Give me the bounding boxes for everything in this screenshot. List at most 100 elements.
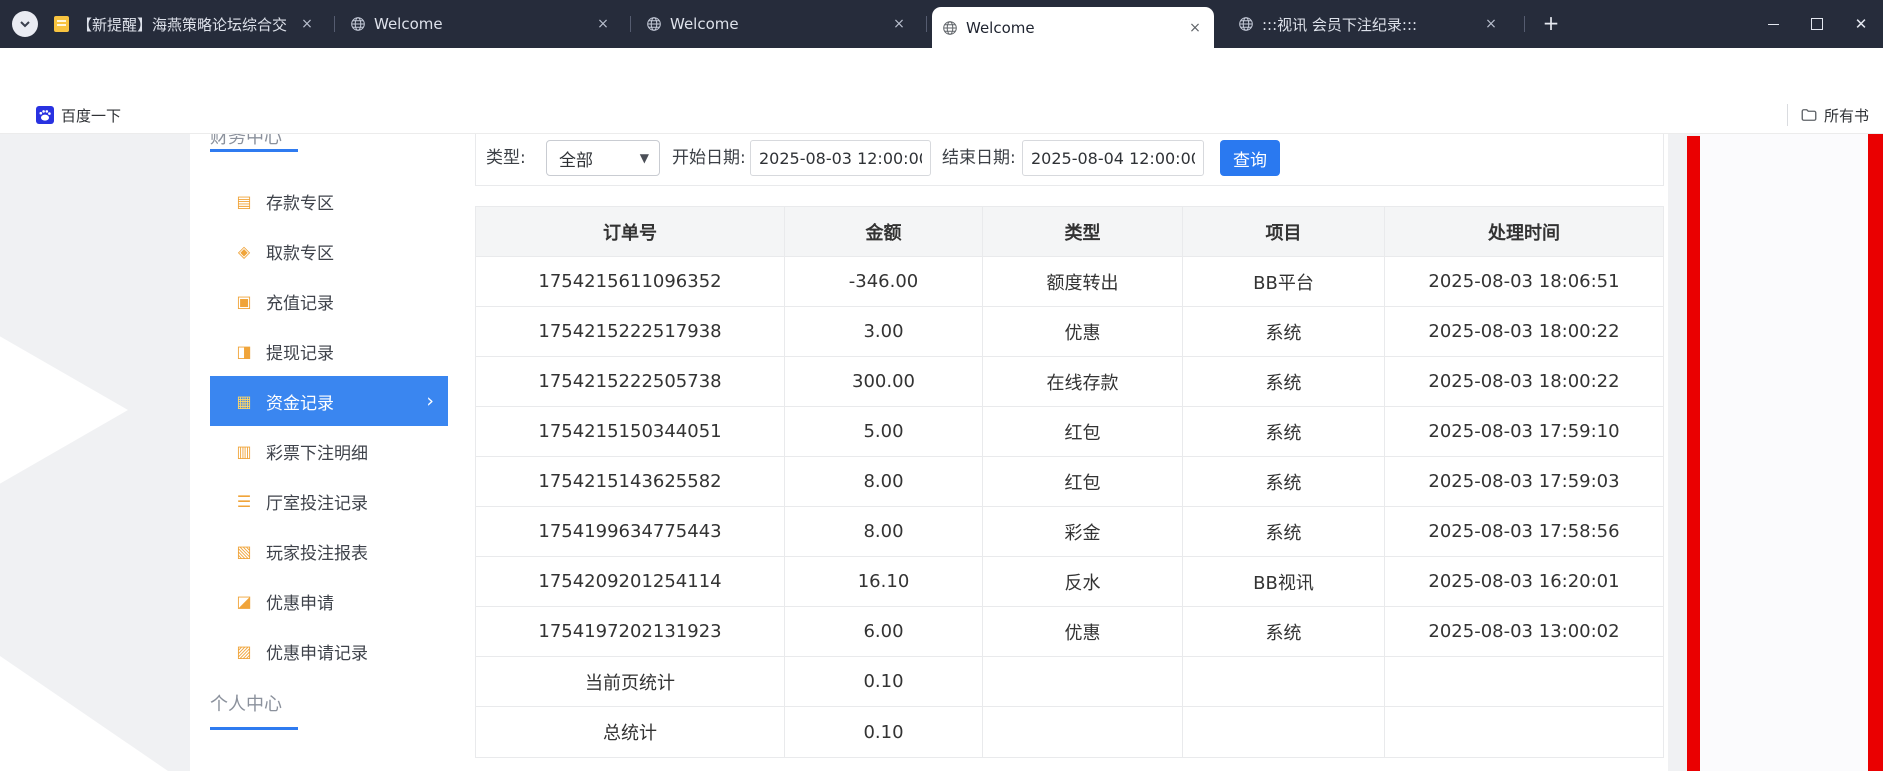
promo-record-icon: ▨ bbox=[234, 642, 254, 661]
type-select[interactable]: 全部 ▼ bbox=[546, 140, 660, 176]
folder-icon bbox=[1800, 106, 1818, 124]
summary-label: 总统计 bbox=[476, 707, 785, 757]
section-underline bbox=[210, 149, 298, 152]
order-id-cell: 1754215143625582 bbox=[476, 457, 785, 507]
close-icon[interactable]: × bbox=[298, 15, 316, 33]
end-date-label: 结束日期: bbox=[942, 147, 1016, 169]
page-right-margin bbox=[1700, 134, 1868, 771]
start-date-label: 开始日期: bbox=[672, 147, 746, 169]
document-icon bbox=[54, 16, 69, 32]
tabs-container: 【新提醒】海燕策略论坛综合交 × Welcome × Welcome × Wel… bbox=[44, 0, 1524, 48]
empty-cell bbox=[1385, 657, 1663, 707]
sidebar-item-promo-record[interactable]: ▨ 优惠申请记录 bbox=[210, 626, 448, 676]
window-controls: ✕ bbox=[1751, 0, 1883, 48]
column-header: 订单号 bbox=[476, 207, 785, 257]
close-icon[interactable]: × bbox=[594, 15, 612, 33]
sidebar-item-withdraw[interactable]: ◈ 取款专区 bbox=[210, 226, 448, 276]
sidebar-item-withdrawal-record[interactable]: ◨ 提现记录 bbox=[210, 326, 448, 376]
column-header: 金额 bbox=[785, 207, 983, 257]
funds-record-icon: ▦ bbox=[234, 392, 254, 411]
sidebar-item-player-report[interactable]: ▧ 玩家投注报表 bbox=[210, 526, 448, 576]
order-id-cell: 1754199634775443 bbox=[476, 507, 785, 557]
project-cell: 系统 bbox=[1183, 307, 1385, 357]
amount-cell: 6.00 bbox=[785, 607, 983, 657]
browser-tab-strip: 【新提醒】海燕策略论坛综合交 × Welcome × Welcome × Wel… bbox=[0, 0, 1883, 48]
close-icon[interactable]: × bbox=[890, 15, 908, 33]
summary-row-current-page: 当前页统计 0.10 bbox=[476, 657, 1663, 707]
order-id-cell: 1754197202131923 bbox=[476, 607, 785, 657]
close-icon[interactable]: × bbox=[1482, 15, 1500, 33]
start-date-input[interactable] bbox=[750, 140, 931, 176]
type-cell: 优惠 bbox=[983, 307, 1183, 357]
new-tab-button[interactable]: + bbox=[1538, 11, 1564, 37]
bookmark-baidu[interactable]: 百度一下 bbox=[30, 102, 127, 128]
table-row: 1754215222505738 300.00 在线存款 系统 2025-08-… bbox=[476, 357, 1663, 407]
player-report-icon: ▧ bbox=[234, 542, 254, 561]
amount-cell: -346.00 bbox=[785, 257, 983, 307]
withdraw-icon: ◈ bbox=[234, 242, 254, 261]
tab-title: Welcome bbox=[374, 15, 586, 33]
column-header: 类型 bbox=[983, 207, 1183, 257]
project-cell: BB视讯 bbox=[1183, 557, 1385, 607]
tab-welcome-1[interactable]: Welcome × bbox=[340, 0, 622, 48]
chevron-right-icon: › bbox=[426, 390, 434, 412]
type-cell: 红包 bbox=[983, 407, 1183, 457]
table-row: 1754215222517938 3.00 优惠 系统 2025-08-03 1… bbox=[476, 307, 1663, 357]
tab-divider bbox=[334, 16, 335, 32]
sidebar-item-label: 资金记录 bbox=[266, 389, 334, 414]
order-id-cell: 1754209201254114 bbox=[476, 557, 785, 607]
maximize-icon[interactable] bbox=[1795, 0, 1839, 48]
column-header: 项目 bbox=[1183, 207, 1385, 257]
globe-icon bbox=[1238, 16, 1254, 32]
table-row: 1754209201254114 16.10 反水 BB视讯 2025-08-0… bbox=[476, 557, 1663, 607]
sidebar-item-recharge-record[interactable]: ▣ 充值记录 bbox=[210, 276, 448, 326]
recharge-record-icon: ▣ bbox=[234, 292, 254, 311]
sidebar-section-finance: 财务中心 bbox=[210, 134, 282, 147]
project-cell: 系统 bbox=[1183, 407, 1385, 457]
empty-cell bbox=[983, 657, 1183, 707]
time-cell: 2025-08-03 18:00:22 bbox=[1385, 307, 1663, 357]
globe-icon bbox=[350, 16, 366, 32]
tab-welcome-active[interactable]: Welcome × bbox=[932, 7, 1214, 48]
tab-title: :::视讯 会员下注纪录::: bbox=[1262, 14, 1474, 35]
amount-cell: 8.00 bbox=[785, 507, 983, 557]
lottery-detail-icon: ▥ bbox=[234, 442, 254, 461]
sidebar-item-hall-bet-record[interactable]: ☰ 厅室投注记录 bbox=[210, 476, 448, 526]
bookmarks-bar: 百度一下 所有书 bbox=[0, 96, 1883, 134]
browser-toolbar: js13.cc/hhcp/usercenter.html?iniType=6 bbox=[0, 48, 1883, 96]
tab-search-button[interactable] bbox=[12, 11, 38, 37]
query-button[interactable]: 查询 bbox=[1220, 140, 1280, 176]
end-date-input[interactable] bbox=[1022, 140, 1204, 176]
table-row: 1754197202131923 6.00 优惠 系统 2025-08-03 1… bbox=[476, 607, 1663, 657]
type-cell: 在线存款 bbox=[983, 357, 1183, 407]
amount-cell: 16.10 bbox=[785, 557, 983, 607]
empty-cell bbox=[983, 707, 1183, 757]
close-window-icon[interactable]: ✕ bbox=[1839, 0, 1883, 48]
amount-cell: 3.00 bbox=[785, 307, 983, 357]
time-cell: 2025-08-03 18:06:51 bbox=[1385, 257, 1663, 307]
empty-cell bbox=[1183, 657, 1385, 707]
select-caret-icon: ▼ bbox=[640, 151, 649, 165]
sidebar-item-lottery-detail[interactable]: ▥ 彩票下注明细 bbox=[210, 426, 448, 476]
order-id-cell: 1754215222505738 bbox=[476, 357, 785, 407]
amount-cell: 8.00 bbox=[785, 457, 983, 507]
tab-divider bbox=[926, 16, 927, 32]
sidebar-item-promo-apply[interactable]: ◪ 优惠申请 bbox=[210, 576, 448, 626]
tab-forum[interactable]: 【新提醒】海燕策略论坛综合交 × bbox=[44, 0, 326, 48]
all-bookmarks-button[interactable]: 所有书 bbox=[1800, 102, 1869, 128]
sidebar-item-deposit[interactable]: ▤ 存款专区 bbox=[210, 176, 448, 226]
tab-welcome-2[interactable]: Welcome × bbox=[636, 0, 918, 48]
tab-bet-records[interactable]: :::视讯 会员下注纪录::: × bbox=[1228, 0, 1510, 48]
close-icon[interactable]: × bbox=[1186, 19, 1204, 37]
minimize-icon[interactable] bbox=[1751, 0, 1795, 48]
promo-apply-icon: ◪ bbox=[234, 592, 254, 611]
time-cell: 2025-08-03 13:00:02 bbox=[1385, 607, 1663, 657]
hall-bet-record-icon: ☰ bbox=[234, 492, 254, 511]
amount-cell: 5.00 bbox=[785, 407, 983, 457]
sidebar-item-label: 提现记录 bbox=[266, 339, 334, 364]
records-table: 订单号 金额 类型 项目 处理时间 1754215611096352 -346.… bbox=[475, 206, 1664, 758]
section-underline bbox=[210, 727, 298, 730]
sidebar-item-funds-record[interactable]: ▦ 资金记录 › bbox=[210, 376, 448, 426]
bookmarks-divider bbox=[1787, 104, 1788, 126]
summary-amount: 0.10 bbox=[785, 657, 983, 707]
